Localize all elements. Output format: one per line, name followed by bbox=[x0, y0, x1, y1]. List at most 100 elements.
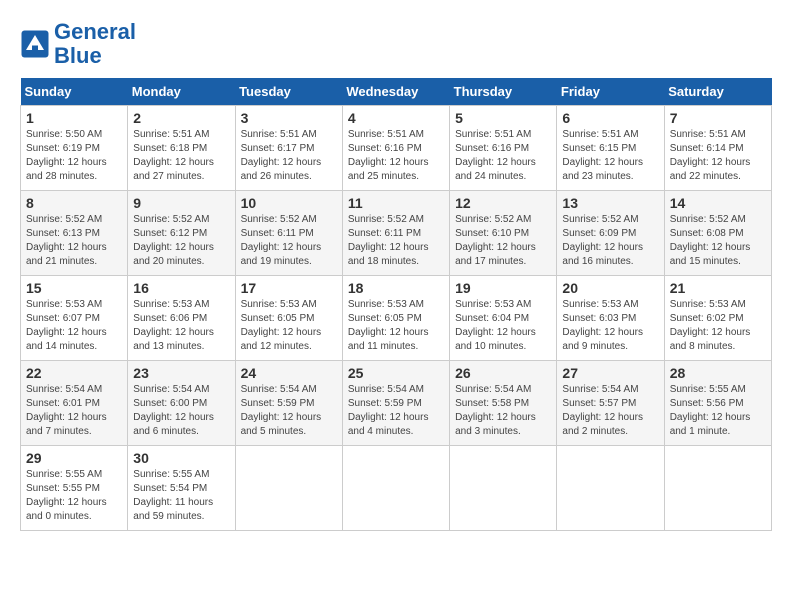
daylight-label: Daylight: 11 hours and 59 minutes. bbox=[133, 497, 213, 522]
day-number: 12 bbox=[455, 195, 551, 211]
day-number: 21 bbox=[670, 280, 766, 296]
daylight-label: Daylight: 12 hours and 0 minutes. bbox=[26, 497, 107, 522]
weekday-header-sunday: Sunday bbox=[21, 78, 128, 106]
sunset-label: Sunset: 6:05 PM bbox=[241, 313, 315, 324]
day-info: Sunrise: 5:52 AM Sunset: 6:10 PM Dayligh… bbox=[455, 213, 551, 269]
day-cell-14: 14 Sunrise: 5:52 AM Sunset: 6:08 PM Dayl… bbox=[664, 191, 771, 276]
sunrise-label: Sunrise: 5:50 AM bbox=[26, 129, 102, 140]
daylight-label: Daylight: 12 hours and 8 minutes. bbox=[670, 327, 751, 352]
day-info: Sunrise: 5:51 AM Sunset: 6:18 PM Dayligh… bbox=[133, 128, 229, 184]
day-number: 11 bbox=[348, 195, 444, 211]
daylight-label: Daylight: 12 hours and 16 minutes. bbox=[562, 242, 643, 267]
sunset-label: Sunset: 6:02 PM bbox=[670, 313, 744, 324]
sunrise-label: Sunrise: 5:54 AM bbox=[562, 384, 638, 395]
day-info: Sunrise: 5:53 AM Sunset: 6:03 PM Dayligh… bbox=[562, 298, 658, 354]
sunset-label: Sunset: 6:04 PM bbox=[455, 313, 529, 324]
day-cell-1: 1 Sunrise: 5:50 AM Sunset: 6:19 PM Dayli… bbox=[21, 106, 128, 191]
sunset-label: Sunset: 5:54 PM bbox=[133, 483, 207, 494]
sunset-label: Sunset: 6:17 PM bbox=[241, 143, 315, 154]
day-cell-7: 7 Sunrise: 5:51 AM Sunset: 6:14 PM Dayli… bbox=[664, 106, 771, 191]
day-info: Sunrise: 5:50 AM Sunset: 6:19 PM Dayligh… bbox=[26, 128, 122, 184]
sunset-label: Sunset: 6:11 PM bbox=[348, 228, 421, 239]
daylight-label: Daylight: 12 hours and 12 minutes. bbox=[241, 327, 322, 352]
day-number: 17 bbox=[241, 280, 337, 296]
page-header: General Blue bbox=[20, 20, 772, 68]
logo: General Blue bbox=[20, 20, 136, 68]
daylight-label: Daylight: 12 hours and 15 minutes. bbox=[670, 242, 751, 267]
weekday-header-friday: Friday bbox=[557, 78, 664, 106]
day-number: 28 bbox=[670, 365, 766, 381]
day-info: Sunrise: 5:51 AM Sunset: 6:16 PM Dayligh… bbox=[348, 128, 444, 184]
sunrise-label: Sunrise: 5:52 AM bbox=[241, 214, 317, 225]
empty-cell bbox=[342, 446, 449, 531]
sunset-label: Sunset: 5:55 PM bbox=[26, 483, 100, 494]
daylight-label: Daylight: 12 hours and 7 minutes. bbox=[26, 412, 107, 437]
sunset-label: Sunset: 6:09 PM bbox=[562, 228, 636, 239]
day-info: Sunrise: 5:52 AM Sunset: 6:09 PM Dayligh… bbox=[562, 213, 658, 269]
day-number: 27 bbox=[562, 365, 658, 381]
sunset-label: Sunset: 6:12 PM bbox=[133, 228, 207, 239]
empty-cell bbox=[235, 446, 342, 531]
daylight-label: Daylight: 12 hours and 24 minutes. bbox=[455, 157, 536, 182]
sunrise-label: Sunrise: 5:52 AM bbox=[348, 214, 424, 225]
sunset-label: Sunset: 6:19 PM bbox=[26, 143, 100, 154]
sunrise-label: Sunrise: 5:54 AM bbox=[455, 384, 531, 395]
day-info: Sunrise: 5:52 AM Sunset: 6:13 PM Dayligh… bbox=[26, 213, 122, 269]
day-cell-23: 23 Sunrise: 5:54 AM Sunset: 6:00 PM Dayl… bbox=[128, 361, 235, 446]
sunrise-label: Sunrise: 5:55 AM bbox=[133, 469, 209, 480]
daylight-label: Daylight: 12 hours and 2 minutes. bbox=[562, 412, 643, 437]
sunset-label: Sunset: 6:06 PM bbox=[133, 313, 207, 324]
daylight-label: Daylight: 12 hours and 20 minutes. bbox=[133, 242, 214, 267]
sunrise-label: Sunrise: 5:52 AM bbox=[133, 214, 209, 225]
day-cell-11: 11 Sunrise: 5:52 AM Sunset: 6:11 PM Dayl… bbox=[342, 191, 449, 276]
sunset-label: Sunset: 6:11 PM bbox=[241, 228, 314, 239]
daylight-label: Daylight: 12 hours and 25 minutes. bbox=[348, 157, 429, 182]
day-info: Sunrise: 5:54 AM Sunset: 5:59 PM Dayligh… bbox=[348, 383, 444, 439]
day-number: 4 bbox=[348, 110, 444, 126]
day-info: Sunrise: 5:51 AM Sunset: 6:16 PM Dayligh… bbox=[455, 128, 551, 184]
day-info: Sunrise: 5:54 AM Sunset: 6:01 PM Dayligh… bbox=[26, 383, 122, 439]
daylight-label: Daylight: 12 hours and 6 minutes. bbox=[133, 412, 214, 437]
sunrise-label: Sunrise: 5:53 AM bbox=[241, 299, 317, 310]
day-info: Sunrise: 5:53 AM Sunset: 6:05 PM Dayligh… bbox=[241, 298, 337, 354]
sunset-label: Sunset: 6:07 PM bbox=[26, 313, 100, 324]
day-cell-30: 30 Sunrise: 5:55 AM Sunset: 5:54 PM Dayl… bbox=[128, 446, 235, 531]
day-number: 22 bbox=[26, 365, 122, 381]
day-info: Sunrise: 5:54 AM Sunset: 5:57 PM Dayligh… bbox=[562, 383, 658, 439]
day-cell-8: 8 Sunrise: 5:52 AM Sunset: 6:13 PM Dayli… bbox=[21, 191, 128, 276]
day-cell-27: 27 Sunrise: 5:54 AM Sunset: 5:57 PM Dayl… bbox=[557, 361, 664, 446]
empty-cell bbox=[664, 446, 771, 531]
sunset-label: Sunset: 5:56 PM bbox=[670, 398, 744, 409]
calendar-table: SundayMondayTuesdayWednesdayThursdayFrid… bbox=[20, 78, 772, 531]
sunset-label: Sunset: 5:57 PM bbox=[562, 398, 636, 409]
day-cell-4: 4 Sunrise: 5:51 AM Sunset: 6:16 PM Dayli… bbox=[342, 106, 449, 191]
weekday-header-thursday: Thursday bbox=[450, 78, 557, 106]
sunset-label: Sunset: 6:05 PM bbox=[348, 313, 422, 324]
daylight-label: Daylight: 12 hours and 19 minutes. bbox=[241, 242, 322, 267]
day-info: Sunrise: 5:52 AM Sunset: 6:11 PM Dayligh… bbox=[348, 213, 444, 269]
day-info: Sunrise: 5:55 AM Sunset: 5:56 PM Dayligh… bbox=[670, 383, 766, 439]
weekday-header-tuesday: Tuesday bbox=[235, 78, 342, 106]
sunrise-label: Sunrise: 5:53 AM bbox=[133, 299, 209, 310]
sunrise-label: Sunrise: 5:53 AM bbox=[455, 299, 531, 310]
day-number: 10 bbox=[241, 195, 337, 211]
daylight-label: Daylight: 12 hours and 26 minutes. bbox=[241, 157, 322, 182]
day-info: Sunrise: 5:51 AM Sunset: 6:14 PM Dayligh… bbox=[670, 128, 766, 184]
day-number: 3 bbox=[241, 110, 337, 126]
day-info: Sunrise: 5:52 AM Sunset: 6:11 PM Dayligh… bbox=[241, 213, 337, 269]
sunset-label: Sunset: 5:59 PM bbox=[241, 398, 315, 409]
day-cell-12: 12 Sunrise: 5:52 AM Sunset: 6:10 PM Dayl… bbox=[450, 191, 557, 276]
sunrise-label: Sunrise: 5:55 AM bbox=[670, 384, 746, 395]
sunrise-label: Sunrise: 5:52 AM bbox=[670, 214, 746, 225]
day-number: 13 bbox=[562, 195, 658, 211]
day-number: 2 bbox=[133, 110, 229, 126]
sunrise-label: Sunrise: 5:51 AM bbox=[241, 129, 317, 140]
sunset-label: Sunset: 6:08 PM bbox=[670, 228, 744, 239]
empty-cell bbox=[557, 446, 664, 531]
day-cell-16: 16 Sunrise: 5:53 AM Sunset: 6:06 PM Dayl… bbox=[128, 276, 235, 361]
daylight-label: Daylight: 12 hours and 14 minutes. bbox=[26, 327, 107, 352]
weekday-header-saturday: Saturday bbox=[664, 78, 771, 106]
day-cell-26: 26 Sunrise: 5:54 AM Sunset: 5:58 PM Dayl… bbox=[450, 361, 557, 446]
daylight-label: Daylight: 12 hours and 1 minute. bbox=[670, 412, 751, 437]
day-info: Sunrise: 5:52 AM Sunset: 6:12 PM Dayligh… bbox=[133, 213, 229, 269]
